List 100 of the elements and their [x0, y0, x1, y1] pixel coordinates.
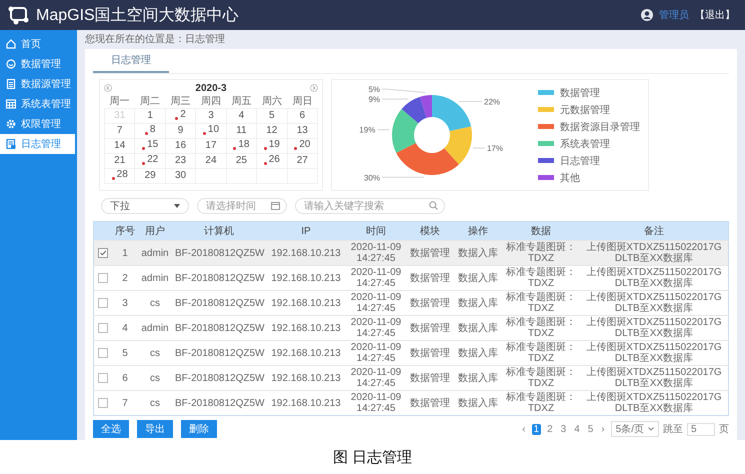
action-button[interactable]: 导出 — [137, 420, 173, 438]
calendar-day[interactable]: 9 — [178, 125, 184, 137]
table-cell: 192.168.10.213 — [266, 290, 346, 316]
dropdown[interactable]: 下拉 — [101, 198, 189, 214]
date-field[interactable]: 请选择时间 — [197, 198, 287, 214]
table-cell: 数据入库 — [454, 340, 502, 366]
table-cell: 标准专题图斑：TDXZ — [502, 316, 580, 340]
table-cell: 5 — [112, 340, 138, 366]
table-cell: 上传图斑XTDXZ5115022017GDLTB至XX数据库 — [580, 366, 728, 390]
table-cell: admin — [138, 316, 172, 340]
sidebar-item[interactable]: 日志管理 — [0, 134, 75, 154]
jump-label: 跳至 — [663, 422, 683, 436]
weekday-label: 周五 — [226, 94, 257, 108]
month-title: 2020-3 — [195, 82, 227, 94]
table-cell: BF-20180812QZ5W — [172, 266, 266, 290]
data-label: 17% — [486, 144, 503, 154]
jump-field[interactable]: 5 — [687, 422, 715, 436]
table-cell: 上传图斑XTDXZ5115022017GDLTB至XX数据库 — [580, 266, 728, 290]
table-cell: 6 — [112, 366, 138, 390]
legend-label: 其他 — [560, 172, 580, 184]
table-cell: 数据入库 — [454, 390, 502, 416]
table-cell: 2020-11-09 14:27:45 — [346, 290, 406, 316]
sidebar-item[interactable]: 数据源管理 — [0, 74, 77, 94]
table-cell: BF-20180812QZ5W — [172, 290, 266, 316]
weekday-label: 周一 — [104, 94, 135, 108]
column-header: 时间 — [346, 222, 406, 240]
table-cell: cs — [138, 340, 172, 366]
table-cell: 2020-11-09 14:27:45 — [346, 316, 406, 340]
weekday-label: 周日 — [287, 94, 318, 108]
data-label: 30% — [364, 173, 380, 182]
table-cell: 数据入库 — [454, 266, 502, 290]
table-cell: 上传图斑XTDXZ5115022017GDLTB至XX数据库 — [580, 340, 728, 366]
data-label: 5% — [368, 85, 380, 94]
table-cell: 数据管理 — [406, 390, 454, 416]
calendar-day[interactable]: 4 — [238, 110, 244, 122]
calendar-day[interactable]: 6 — [299, 110, 306, 122]
table-cell: 数据管理 — [406, 316, 454, 340]
table-cell: 数据入库 — [454, 366, 502, 390]
calendar-day[interactable]: 1 — [147, 110, 153, 122]
previous-page[interactable]: ‹ — [520, 424, 528, 434]
column-header: IP — [266, 222, 346, 240]
calendar-day[interactable]: 7 — [116, 125, 122, 137]
action-button[interactable]: 删除 — [181, 420, 217, 438]
table-cell: 2020-11-09 14:27:45 — [346, 390, 406, 416]
breadcrumb: 您现在所在的位置是：日志管理 — [85, 34, 226, 46]
table-cell: 数据入库 — [454, 316, 502, 340]
legend-label: 系统表管理 — [560, 138, 610, 150]
table-cell: BF-20180812QZ5W — [172, 340, 266, 366]
table-cell: 2 — [112, 266, 138, 290]
table-cell: 192.168.10.213 — [266, 266, 346, 290]
table-cell: 192.168.10.213 — [266, 240, 346, 266]
table-cell: BF-20180812QZ5W — [172, 366, 266, 390]
sidebar-item[interactable]: 数据管理 — [0, 54, 77, 74]
calendar-day[interactable]: 2 — [180, 109, 186, 121]
calendar-day[interactable]: 5 — [269, 110, 275, 122]
table-cell: 192.168.10.213 — [266, 390, 346, 416]
tab[interactable]: 日志管理 — [93, 49, 169, 73]
table-cell: 上传图斑XTDXZ5115022017GDLTB至XX数据库 — [580, 290, 728, 316]
table-cell: admin — [138, 240, 172, 266]
table-cell: 数据入库 — [454, 240, 502, 266]
table-cell: 2020-11-09 14:27:45 — [346, 266, 406, 290]
table-cell: BF-20180812QZ5W — [172, 316, 266, 340]
user-link[interactable]: 管理员 — [659, 8, 689, 22]
table-cell: 标准专题图斑：TDXZ — [502, 340, 580, 366]
table-cell: 数据管理 — [406, 290, 454, 316]
table-cell: admin — [138, 266, 172, 290]
page-number[interactable]: 2 — [545, 424, 555, 434]
table-cell: 标准专题图斑：TDXZ — [502, 390, 580, 416]
data-label: 19% — [359, 126, 376, 135]
app-title: MapGIS国土空间大数据中心 — [36, 6, 239, 26]
weekday-label: 周二 — [134, 94, 166, 108]
legend-label: 日志管理 — [560, 154, 600, 168]
table-cell: 1 — [112, 240, 138, 266]
page-number[interactable]: 1 — [532, 424, 542, 434]
next-page[interactable]: › — [599, 424, 607, 434]
page-number[interactable]: 3 — [558, 424, 568, 434]
page-unit: 页 — [719, 423, 729, 436]
table-cell: 数据管理 — [406, 340, 454, 366]
table-cell: 192.168.10.213 — [266, 316, 346, 340]
table-cell: 数据管理 — [406, 366, 454, 390]
page-number[interactable]: 5 — [586, 424, 596, 434]
table-cell: 4 — [112, 316, 138, 340]
table-cell: BF-20180812QZ5W — [172, 240, 266, 266]
sidebar-item[interactable]: 系统表管理 — [0, 94, 77, 114]
table-cell: 7 — [112, 390, 138, 416]
table-cell: 标准专题图斑：TDXZ — [502, 266, 580, 290]
search-field[interactable]: 请输入关键字搜索 — [295, 198, 445, 214]
weekday-label: 周三 — [165, 94, 196, 108]
calendar-day[interactable]: 3 — [208, 110, 214, 122]
legend-label: 数据管理 — [560, 86, 600, 100]
column-header: 模块 — [406, 222, 454, 240]
logout-link[interactable]: 【退出】 — [695, 8, 735, 22]
page-size-select[interactable]: 5条/页 — [610, 421, 659, 437]
sidebar-item[interactable]: 首页 — [0, 34, 77, 54]
calendar-day[interactable]: 8 — [150, 124, 156, 136]
action-button[interactable]: 全选 — [93, 420, 129, 438]
table-cell: 上传图斑XTDXZ5115022017GDLTB至XX数据库 — [580, 316, 728, 340]
page-number[interactable]: 4 — [572, 424, 582, 434]
sidebar-item[interactable]: 权限管理 — [0, 114, 77, 134]
table-cell: cs — [138, 366, 172, 390]
